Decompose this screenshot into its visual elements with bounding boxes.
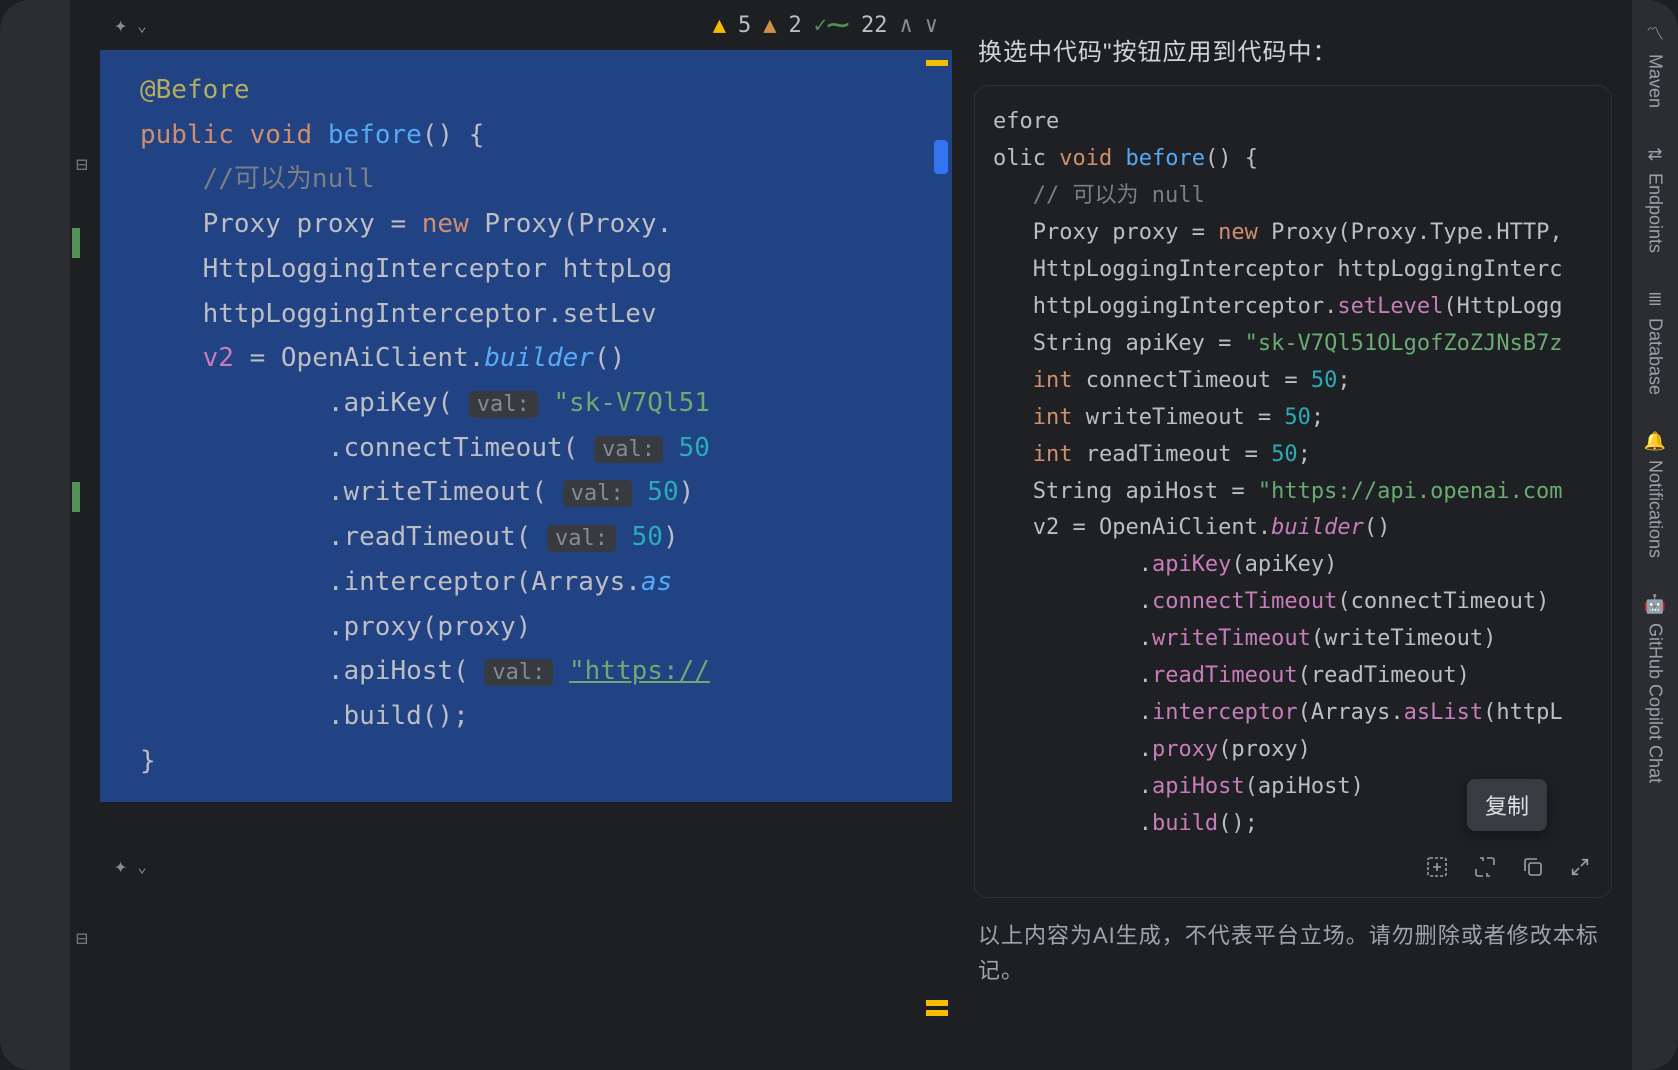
right-tool-sidebar: 〽 Maven ⇄ Endpoints ≣ Database 🔔 Notific…	[1632, 0, 1678, 1070]
suggestion-actions	[993, 843, 1611, 883]
param-hint: val:	[547, 525, 616, 552]
bell-icon: 🔔	[1644, 431, 1666, 452]
maven-icon: 〽	[1646, 20, 1664, 46]
sidebar-item-notifications[interactable]: 🔔 Notifications	[1644, 431, 1666, 558]
warning-marker[interactable]	[926, 60, 948, 66]
warning-icon[interactable]: ▲	[713, 13, 726, 38]
editor-gutter: ⊟ ⊟	[0, 0, 100, 1070]
ai-suggestion-panel: 换选中代码"按钮应用到代码中： efore olic void before()…	[952, 0, 1632, 1070]
database-icon: ≣	[1647, 289, 1662, 310]
endpoints-icon: ⇄	[1647, 144, 1662, 165]
code-suggestion: efore olic void before() { // 可以为 null P…	[974, 85, 1612, 898]
insert-icon[interactable]	[1425, 855, 1449, 879]
typo-icon[interactable]: ✓⁓	[814, 13, 849, 38]
suggested-code[interactable]: efore olic void before() { // 可以为 null P…	[993, 104, 1611, 843]
copy-icon[interactable]	[1521, 855, 1545, 879]
ai-assistant-icon[interactable]: ✦	[114, 854, 127, 879]
sidebar-item-copilot[interactable]: 🤖 GitHub Copilot Chat	[1644, 594, 1666, 783]
ai-assistant-icon[interactable]: ✦	[114, 13, 127, 38]
weak-warning-icon[interactable]: ▲	[763, 13, 776, 38]
param-hint: val:	[594, 436, 663, 463]
param-hint: val:	[484, 659, 553, 686]
warning-count: 5	[738, 13, 751, 38]
param-hint: val:	[563, 480, 632, 507]
nav-down-icon[interactable]: ∨	[925, 13, 938, 38]
nav-up-icon[interactable]: ∧	[900, 13, 913, 38]
scroll-handle[interactable]	[934, 140, 948, 174]
sidebar-item-maven[interactable]: 〽 Maven	[1645, 20, 1666, 108]
typo-count: 22	[861, 13, 888, 38]
param-hint: val:	[469, 391, 538, 418]
weak-warning-count: 2	[789, 13, 802, 38]
copy-tooltip: 复制	[1467, 779, 1547, 831]
ai-disclaimer: 以上内容为AI生成，不代表平台立场。请勿删除或者修改本标记。	[974, 898, 1632, 996]
diff-icon[interactable]	[1473, 855, 1497, 879]
chevron-down-icon[interactable]: ⌄	[137, 16, 147, 35]
editor-bottom-toolbar: ✦ ⌄	[100, 842, 952, 892]
warning-marker[interactable]	[926, 1010, 948, 1016]
editor-top-toolbar: ✦ ⌄ ▲ 5 ▲ 2 ✓⁓ 22 ∧ ∨	[100, 0, 952, 50]
selected-code[interactable]: @Before public void before() { //可以为null…	[100, 50, 952, 802]
code-editor[interactable]: ✦ ⌄ ▲ 5 ▲ 2 ✓⁓ 22 ∧ ∨ @Before public void b…	[100, 0, 952, 1070]
panel-header: 换选中代码"按钮应用到代码中：	[974, 18, 1632, 85]
chevron-down-icon[interactable]: ⌄	[137, 857, 147, 876]
copilot-icon: 🤖	[1644, 594, 1666, 615]
warning-marker[interactable]	[926, 1000, 948, 1006]
sidebar-item-endpoints[interactable]: ⇄ Endpoints	[1645, 144, 1666, 253]
sidebar-item-database[interactable]: ≣ Database	[1645, 289, 1666, 395]
expand-icon[interactable]	[1569, 856, 1591, 878]
